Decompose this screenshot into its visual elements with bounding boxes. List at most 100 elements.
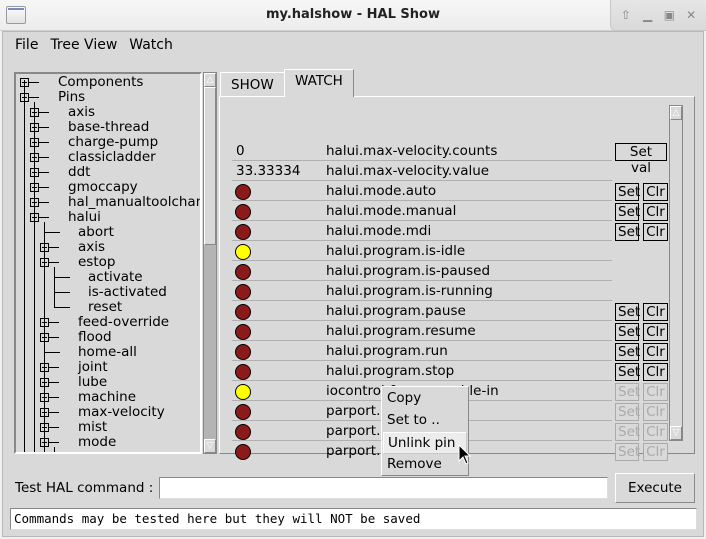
clr-button[interactable]: Clr	[643, 203, 668, 221]
clr-button: Clr	[643, 423, 668, 441]
tree-connector-line	[49, 442, 59, 443]
clr-button: Clr	[643, 383, 668, 401]
tree-item-label: lube	[78, 374, 108, 390]
tree-item-label: flood	[78, 329, 112, 345]
set-button[interactable]: Set	[615, 223, 640, 241]
close-icon[interactable]: ✕	[683, 7, 699, 23]
tree-item[interactable]: classicladder	[16, 150, 200, 165]
scroll-down-arrow-icon[interactable]: ▽	[670, 426, 682, 440]
led-off-icon	[235, 444, 251, 460]
tree-item[interactable]: axis	[16, 105, 200, 120]
tree-item-label: abort	[78, 224, 114, 240]
clr-button[interactable]: Clr	[643, 363, 668, 381]
tree-item[interactable]: hal_manualtoolchan	[16, 195, 200, 210]
tree-connector-line	[44, 352, 60, 353]
watch-row[interactable]: halui.program.is-running	[232, 281, 612, 301]
tree-item-label: classicladder	[68, 149, 156, 165]
set-button[interactable]: Set	[615, 323, 640, 341]
watch-row[interactable]: halui.program.run	[232, 341, 612, 361]
maximize-icon[interactable]: ▣	[661, 7, 677, 23]
watch-scrollbar[interactable]: △ ▽	[669, 105, 683, 441]
clr-button[interactable]: Clr	[643, 323, 668, 341]
menu-file[interactable]: File	[9, 37, 44, 53]
tree-item-label: feed-override	[78, 314, 170, 330]
tree-item-label: max-velocity	[78, 404, 165, 420]
watch-row[interactable]: halui.program.is-paused	[232, 261, 612, 281]
watch-pin-name: halui.program.is-running	[326, 283, 493, 299]
scroll-up-arrow-icon[interactable]: △	[670, 106, 682, 120]
watch-row[interactable]: halui.mode.manual	[232, 201, 612, 221]
tree-item-label: mode	[78, 434, 117, 450]
watch-pin-name: halui.mode.auto	[326, 183, 437, 199]
tree-item-label: home-all	[78, 344, 137, 360]
command-input[interactable]	[159, 477, 608, 499]
led-off-icon	[235, 224, 251, 240]
tree-item[interactable]: Components	[16, 75, 200, 90]
hal-tree[interactable]: Components Pins axis base-thread charge-pump…	[14, 72, 202, 454]
tab-watch[interactable]: WATCH	[284, 69, 354, 97]
status-field[interactable]: Commands may be tested here but they wil…	[10, 508, 697, 530]
tree-item-label: axis	[68, 104, 96, 120]
tree-item[interactable]: gmoccapy	[16, 180, 200, 195]
clr-button[interactable]: Clr	[643, 303, 668, 321]
set-button[interactable]: Set	[615, 363, 640, 381]
watch-row[interactable]: halui.program.is-idle	[232, 241, 612, 261]
tree-item[interactable]: base-thread	[16, 120, 200, 135]
tree-item-label: activate	[88, 269, 143, 285]
tab-show[interactable]: SHOW	[220, 72, 285, 96]
tree-item[interactable]: ddt	[16, 165, 200, 180]
watch-pin-name: halui.program.pause	[326, 303, 466, 319]
scroll-up-arrow-icon[interactable]: △	[204, 73, 216, 87]
tree-item-label: estop	[78, 254, 116, 270]
tree-connector-line	[39, 202, 49, 203]
scroll-down-arrow-icon[interactable]: ▽	[204, 439, 216, 453]
led-off-icon	[235, 204, 251, 220]
tree-connector-line	[49, 412, 59, 413]
set-button[interactable]: Set	[615, 303, 640, 321]
clr-button: Clr	[643, 403, 668, 421]
tree-connector-line	[29, 82, 39, 83]
tree-connector-line	[49, 247, 59, 248]
tree-connector-line	[44, 222, 45, 452]
context-menu-remove[interactable]: Remove	[383, 454, 467, 476]
tree-item-label: gmoccapy	[68, 179, 138, 195]
clr-button[interactable]: Clr	[643, 183, 668, 201]
context-menu-set-to[interactable]: Set to ..	[383, 410, 467, 432]
clr-button[interactable]: Clr	[643, 343, 668, 361]
tree-scrollbar[interactable]: △ ▽	[203, 72, 217, 454]
set-button[interactable]: Set	[615, 343, 640, 361]
watch-pin-name: halui.program.stop	[326, 363, 455, 379]
tree-connector-line	[39, 172, 49, 173]
shade-icon[interactable]: ⇧	[618, 7, 634, 23]
watch-row[interactable]: halui.program.pause	[232, 301, 612, 321]
watch-row[interactable]: halui.program.stop	[232, 361, 612, 381]
watch-row[interactable]: 0 halui.max-velocity.counts	[232, 141, 612, 161]
context-menu-unlink-pin[interactable]: Unlink pin	[383, 432, 467, 454]
tree-connector-line	[39, 112, 49, 113]
watch-row[interactable]: halui.mode.auto	[232, 181, 612, 201]
watch-row[interactable]: halui.mode.mdi	[232, 221, 612, 241]
tree-connector-line	[44, 232, 60, 233]
set-button[interactable]: Set	[615, 203, 640, 221]
set-val-button[interactable]: Set val	[615, 143, 667, 176]
tree-item[interactable]: charge-pump	[16, 135, 200, 150]
tree-item[interactable]: Pins	[16, 90, 200, 105]
tree-connector-line	[49, 262, 59, 263]
watch-row[interactable]: halui.program.resume	[232, 321, 612, 341]
clr-button[interactable]: Clr	[643, 223, 668, 241]
context-menu-copy[interactable]: Copy	[383, 388, 467, 410]
menu-tree-view[interactable]: Tree View	[44, 37, 123, 53]
tree-item-label: joint	[78, 359, 108, 375]
menu-watch[interactable]: Watch	[123, 37, 179, 53]
tree-item-label: reset	[88, 299, 123, 315]
watch-row[interactable]: 33.33334 halui.max-velocity.value	[232, 161, 612, 181]
tree-scrollbar-thumb[interactable]	[204, 87, 216, 246]
title-bar: my.halshow - HAL Show ⇧ ▁ ▣ ✕	[0, 0, 706, 31]
set-button: Set	[615, 423, 640, 441]
minimize-icon[interactable]: ▁	[640, 7, 656, 23]
tree-connector-line	[34, 102, 35, 452]
tree-item-label: machine	[78, 389, 137, 405]
set-button[interactable]: Set	[615, 183, 640, 201]
led-off-icon	[235, 304, 251, 320]
execute-button[interactable]: Execute	[615, 473, 695, 503]
